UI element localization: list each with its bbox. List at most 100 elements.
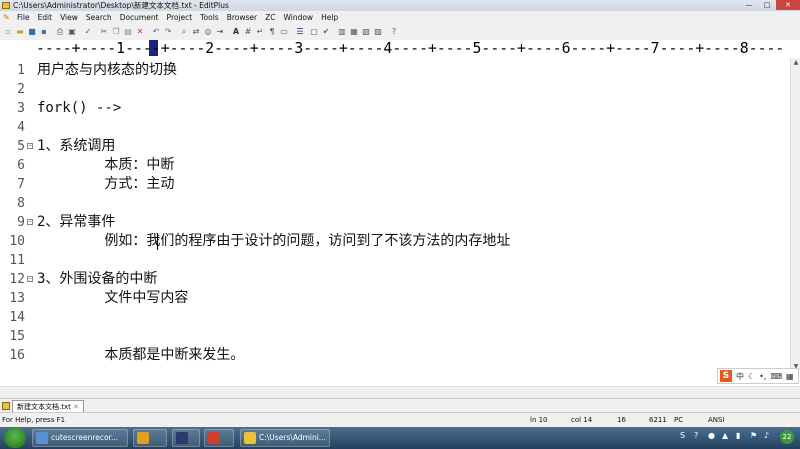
taskbar-item[interactable]: cutescreenrecor...	[32, 429, 128, 447]
editor-line[interactable]: 14	[0, 308, 790, 327]
menu-item[interactable]: View	[60, 11, 78, 24]
punctuation-icon[interactable]: •,	[759, 372, 766, 381]
taskbar-item[interactable]: C:\Users\Admini...	[240, 429, 330, 447]
save-all-icon[interactable]: ▪	[39, 27, 49, 37]
text-caret	[157, 233, 158, 250]
flag-icon[interactable]: ⚑	[750, 431, 757, 440]
hex-view-icon[interactable]: #	[243, 27, 253, 37]
folder-icon[interactable]	[2, 402, 10, 410]
paste-icon[interactable]: ▤	[123, 27, 133, 37]
menu-item[interactable]: Search	[86, 11, 112, 24]
print-preview-icon[interactable]: ▣	[67, 27, 77, 37]
cliptext-icon[interactable]: ▧	[361, 27, 371, 37]
ime-mode-label[interactable]: 中	[736, 371, 744, 382]
vertical-scrollbar[interactable]: ▲ ▼	[790, 58, 800, 372]
find-in-files-icon[interactable]: ◎	[203, 27, 213, 37]
taskbar-item[interactable]	[204, 429, 234, 447]
editor-line[interactable]: 1 用户态与内核态的切换	[0, 61, 790, 80]
editor-line[interactable]: 10 例如：我们的程序由于设计的问题，访问到了不该方法的内存地址	[0, 232, 790, 251]
close-button[interactable]: ✕	[776, 0, 800, 10]
editor-line[interactable]: 4	[0, 118, 790, 137]
menu-item[interactable]: File	[17, 11, 30, 24]
network-icon[interactable]: ▮	[736, 431, 740, 440]
line-number: 4	[17, 120, 25, 135]
word-wrap-icon[interactable]: ↵	[255, 27, 265, 37]
fold-toggle-icon[interactable]: −	[27, 143, 33, 149]
editor-line[interactable]: 13 文件中写内容	[0, 289, 790, 308]
editor-line[interactable]: 5−1、系统调用	[0, 137, 790, 156]
start-button[interactable]	[4, 428, 26, 448]
editor-line[interactable]: 3 fork() -->	[0, 99, 790, 118]
spell-check-icon[interactable]: ✓	[83, 27, 93, 37]
column-select-icon[interactable]: ¶	[267, 27, 277, 37]
document-icon[interactable]: ✎	[3, 13, 13, 22]
menu-item[interactable]: ZC	[265, 11, 275, 24]
maximize-button[interactable]: □	[758, 0, 776, 10]
moon-icon[interactable]: ☾	[748, 372, 755, 381]
delete-icon[interactable]: ✕	[135, 27, 145, 37]
qq-tray-icon[interactable]: ●	[708, 431, 715, 440]
editor-line[interactable]: 8	[0, 194, 790, 213]
menu-item[interactable]: Document	[120, 11, 159, 24]
window-title: C:\Users\Administrator\Desktop\新建文本文档.tx…	[13, 1, 229, 10]
keyboard-icon[interactable]: ⌨	[770, 372, 782, 381]
status-file-size: 6211	[649, 416, 667, 424]
undo-icon[interactable]: ↶	[151, 27, 161, 37]
editor-area[interactable]: 1 用户态与内核态的切换 2 3 fork() --> 4 5−1、系统调用 6 本质：中断 7…	[0, 58, 790, 372]
status-help-text: For Help, press F1	[2, 416, 66, 424]
taskbar-item[interactable]	[133, 429, 167, 447]
volume-icon[interactable]: ♪	[764, 431, 769, 440]
help-icon[interactable]: ?	[389, 27, 399, 37]
directory-icon[interactable]: ▨	[373, 27, 383, 37]
taskbar-item[interactable]	[172, 429, 200, 447]
line-number: 10	[9, 234, 25, 249]
find-icon[interactable]: ⌕	[179, 27, 189, 37]
tab-close-icon[interactable]: ✕	[73, 403, 79, 411]
editor-line[interactable]: 12−3、外围设备的中断	[0, 270, 790, 289]
replace-icon[interactable]: ⇄	[191, 27, 201, 37]
new-file-icon[interactable]: ▫	[3, 27, 13, 37]
redo-icon[interactable]: ↷	[163, 27, 173, 37]
editor-line[interactable]: 2	[0, 80, 790, 99]
status-encoding: ANSI	[708, 416, 725, 424]
help-tray-icon[interactable]: ?	[694, 431, 698, 440]
menu-item[interactable]: Help	[321, 11, 338, 24]
menu-item[interactable]: Edit	[38, 11, 53, 24]
menu-item[interactable]: Browser	[227, 11, 257, 24]
app-icon	[36, 432, 48, 444]
cut-icon[interactable]: ✂	[99, 27, 109, 37]
ime-toolbar[interactable]: S 中 ☾ •, ⌨ ▦	[717, 368, 799, 384]
save-icon[interactable]: ■	[27, 27, 37, 37]
copy-icon[interactable]: ❐	[111, 27, 121, 37]
scroll-up-arrow-icon[interactable]: ▲	[791, 58, 800, 68]
editor-line[interactable]: 6 本质：中断	[0, 156, 790, 175]
line-number-icon[interactable]: ☰	[295, 27, 305, 37]
sogou-logo-icon: S	[720, 370, 732, 382]
ruler-icon[interactable]: ▭	[279, 27, 289, 37]
fold-toggle-icon[interactable]: −	[27, 276, 33, 282]
tray-badge[interactable]: 22	[780, 430, 794, 444]
status-line: ln 10	[530, 416, 548, 424]
check-mark-icon[interactable]: ✔	[321, 27, 331, 37]
output-window-icon[interactable]: ▦	[349, 27, 359, 37]
goto-line-icon[interactable]: ⇥	[215, 27, 225, 37]
menu-item[interactable]: Window	[283, 11, 313, 24]
editor-line[interactable]: 16 本质都是中断来发生。	[0, 346, 790, 365]
sogou-tray-icon[interactable]: S	[680, 431, 685, 440]
skin-icon[interactable]: ▦	[786, 372, 794, 381]
browser-icon[interactable]: ▥	[337, 27, 347, 37]
open-folder-icon[interactable]: ▬	[15, 27, 25, 37]
editor-line[interactable]: 7 方式：主动	[0, 175, 790, 194]
editor-line[interactable]: 11	[0, 251, 790, 270]
fold-toggle-icon[interactable]: −	[27, 219, 33, 225]
menu-item[interactable]: Project	[167, 11, 193, 24]
menu-item[interactable]: Tools	[200, 11, 218, 24]
screen-icon[interactable]: ▢	[309, 27, 319, 37]
show-hidden-icons[interactable]: ▲	[722, 431, 728, 440]
editor-line[interactable]: 15	[0, 327, 790, 346]
minimize-button[interactable]: —	[740, 0, 758, 10]
editor-line[interactable]: 9−2、异常事件	[0, 213, 790, 232]
print-icon[interactable]: ⎙	[55, 27, 65, 37]
line-number: 9	[17, 215, 25, 230]
font-icon[interactable]: A	[231, 27, 241, 37]
